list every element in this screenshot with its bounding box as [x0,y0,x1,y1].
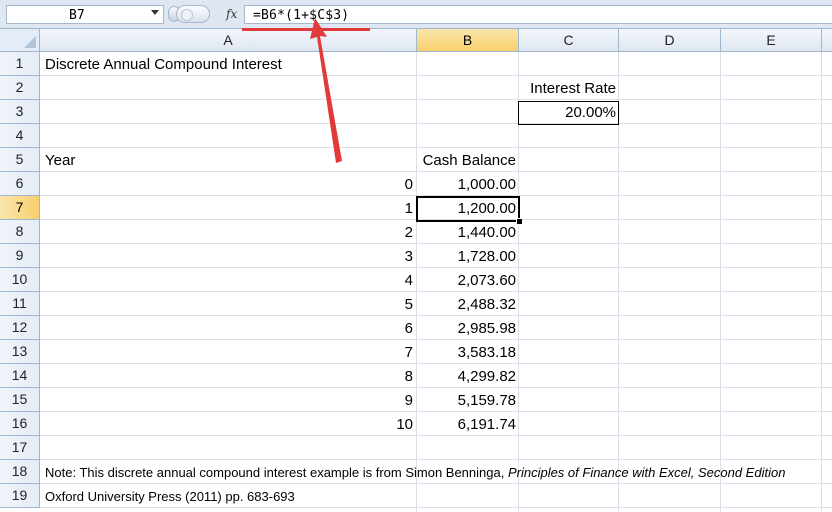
row-header-2[interactable]: 2 [0,76,40,100]
note-book-title: Principles of Finance with Excel, Second… [507,465,786,480]
cell-balance[interactable]: 6,191.74 [417,413,519,436]
cell-a19-note[interactable]: Oxford University Press (2011) pp. 683-6… [41,485,641,508]
formula-text: =B6*(1+$C$3) [253,8,350,23]
cell-balance[interactable]: 2,488.32 [417,293,519,316]
cell-balance[interactable]: 1,728.00 [417,245,519,268]
cell-balance[interactable]: 3,583.18 [417,341,519,364]
column-header-b[interactable]: B [417,29,519,52]
cell-c2-rate-label[interactable]: Interest Rate [519,77,619,100]
row-header-3[interactable]: 3 [0,100,40,124]
cell-balance[interactable]: 1,440.00 [417,221,519,244]
row-header-15[interactable]: 15 [0,388,40,412]
name-box[interactable]: B7 [6,5,164,24]
cell-a18-note[interactable]: Note: This discrete annual compound inte… [41,461,832,484]
cell-year[interactable]: 2 [41,221,416,244]
row-header-6[interactable]: 6 [0,172,40,196]
formula-expand-icon[interactable] [176,5,210,23]
cell-balance[interactable]: 2,985.98 [417,317,519,340]
fill-handle[interactable] [516,218,523,225]
column-header-e[interactable]: E [721,29,822,52]
cell-b5-balance-header[interactable]: Cash Balance [417,149,519,172]
formula-bar: B7 fx =B6*(1+$C$3) [0,0,832,29]
formula-bar-controls: fx [168,4,240,25]
cell-year[interactable]: 3 [41,245,416,268]
cell-year[interactable]: 7 [41,341,416,364]
row-header-17[interactable]: 17 [0,436,40,460]
cell-year[interactable]: 9 [41,389,416,412]
formula-input[interactable]: =B6*(1+$C$3) [244,5,832,24]
cell-year[interactable]: 5 [41,293,416,316]
row-header-5[interactable]: 5 [0,148,40,172]
row-header-13[interactable]: 13 [0,340,40,364]
row-header-14[interactable]: 14 [0,364,40,388]
select-all-button[interactable] [0,29,40,52]
active-cell-selection[interactable] [416,196,520,222]
column-header-d[interactable]: D [619,29,721,52]
row-header-11[interactable]: 11 [0,292,40,316]
cell-c3-rate-value[interactable]: 20.00% [519,101,619,124]
row-header-4[interactable]: 4 [0,124,40,148]
row-header-8[interactable]: 8 [0,220,40,244]
row-header-10[interactable]: 10 [0,268,40,292]
cell-year[interactable]: 6 [41,317,416,340]
cell-balance[interactable]: 5,159.78 [417,389,519,412]
row-header-12[interactable]: 12 [0,316,40,340]
column-header-c[interactable]: C [519,29,619,52]
cell-a1-title[interactable]: Discrete Annual Compound Interest [41,53,416,76]
row-header-19[interactable]: 19 [0,484,40,508]
cell-balance[interactable]: 4,299.82 [417,365,519,388]
row-header-1[interactable]: 1 [0,52,40,76]
cell-balance[interactable]: 1,000.00 [417,173,519,196]
insert-function-button[interactable]: fx [226,7,237,21]
cell-a5-year-header[interactable]: Year [41,149,416,172]
cell-year[interactable]: 1 [41,197,416,220]
column-header-f-partial[interactable] [822,29,832,52]
cell-year[interactable]: 4 [41,269,416,292]
chevron-down-icon[interactable] [151,10,159,15]
row-header-9[interactable]: 9 [0,244,40,268]
row-header-16[interactable]: 16 [0,412,40,436]
column-header-a[interactable]: A [40,29,417,52]
note-text: Note: This discrete annual compound inte… [45,465,508,480]
row-header-18[interactable]: 18 [0,460,40,484]
name-box-value: B7 [69,8,85,23]
row-header-7[interactable]: 7 [0,196,40,220]
cell-balance[interactable]: 2,073.60 [417,269,519,292]
annotation-underline [242,28,370,31]
cell-year[interactable]: 0 [41,173,416,196]
cell-year[interactable]: 8 [41,365,416,388]
cell-year[interactable]: 10 [41,413,416,436]
